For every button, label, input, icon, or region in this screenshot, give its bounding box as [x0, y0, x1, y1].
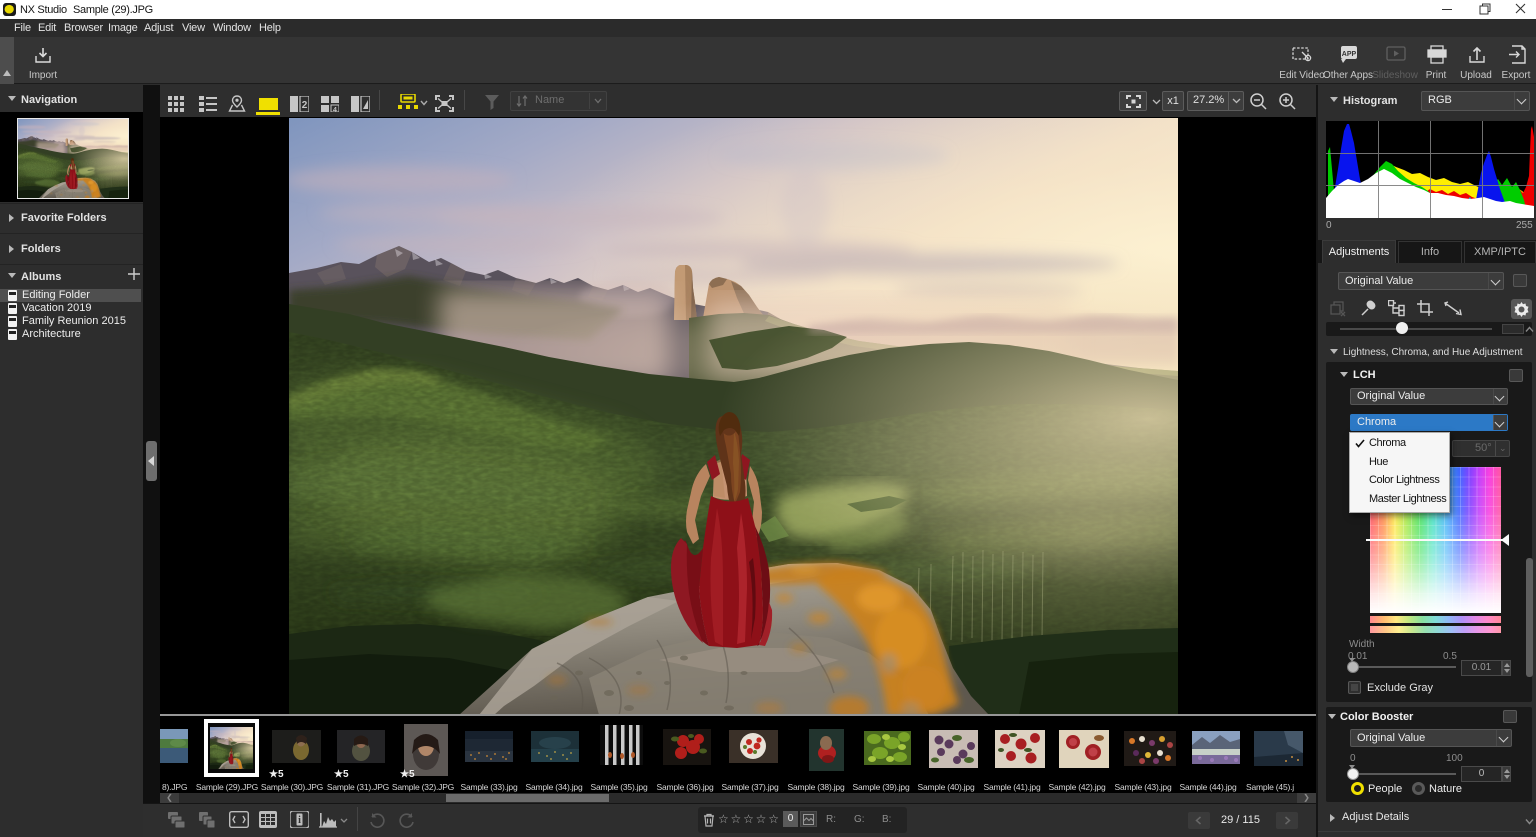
svg-text:2: 2	[302, 100, 308, 111]
svg-text:4: 4	[333, 107, 337, 112]
svg-text:i: i	[298, 815, 301, 826]
svg-text:APP: APP	[1342, 51, 1357, 58]
